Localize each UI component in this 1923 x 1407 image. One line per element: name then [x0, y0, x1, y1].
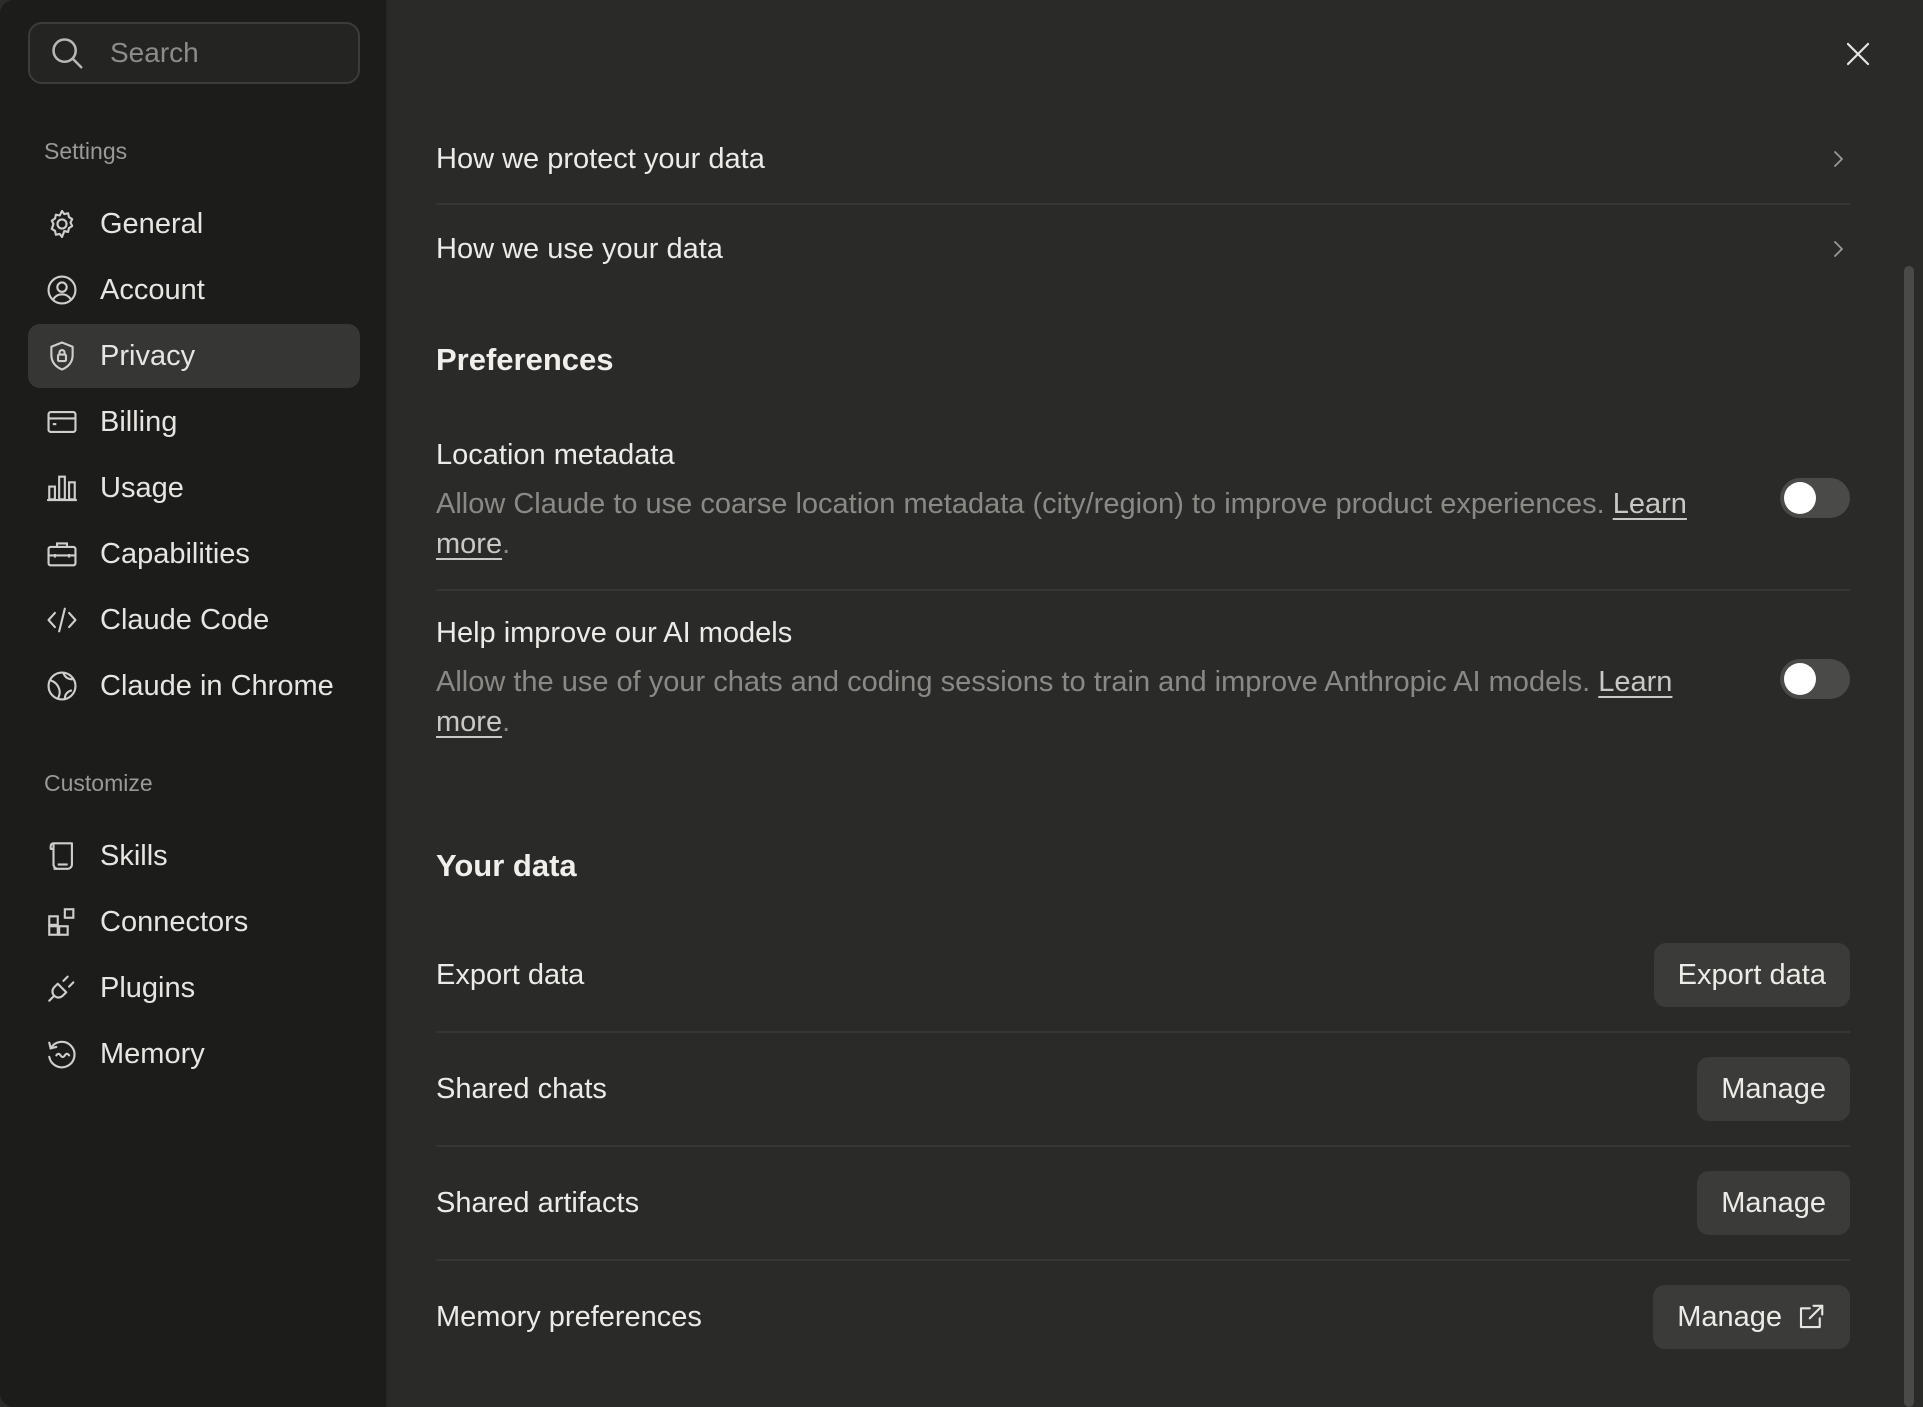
data-row-label: Memory preferences [436, 1300, 702, 1333]
memory-icon [44, 1036, 80, 1072]
sidebar-item-billing[interactable]: Billing [28, 390, 360, 454]
chevron-right-icon [1834, 241, 1843, 257]
data-row-export: Export data Export data [436, 918, 1850, 1032]
briefcase-icon [44, 536, 80, 572]
pref-desc-location-metadata: Allow Claude to use coarse location meta… [436, 488, 1687, 560]
sidebar-item-account[interactable]: Account [28, 258, 360, 322]
search-input[interactable] [108, 36, 352, 70]
globe-icon [44, 668, 80, 704]
pref-title-location-metadata: Location metadata [436, 439, 675, 471]
location-metadata-toggle[interactable] [1780, 478, 1850, 518]
button-label: Manage [1677, 1300, 1782, 1333]
help-improve-models-toggle[interactable] [1780, 659, 1850, 699]
external-link-icon [1799, 1304, 1824, 1329]
data-row-label: Shared chats [436, 1072, 607, 1105]
toggle-knob [1784, 482, 1816, 514]
sidebar-item-label: Memory [100, 1037, 205, 1070]
sidebar-item-label: Account [100, 273, 205, 306]
link-label: How we protect your data [436, 142, 765, 175]
sidebar-item-label: Plugins [100, 971, 196, 1004]
sidebar-item-label: Connectors [100, 905, 249, 938]
your-data-heading: Your data [436, 848, 577, 883]
user-circle-icon [44, 272, 80, 308]
sidebar-item-label: Billing [100, 405, 178, 438]
data-row-memory-preferences: Memory preferences Manage [436, 1260, 1850, 1374]
settings-section-title: Settings [44, 138, 128, 164]
chevron-right-icon [1834, 151, 1843, 167]
sidebar-item-claude-in-chrome[interactable]: Claude in Chrome [28, 654, 360, 718]
search-icon [52, 38, 83, 69]
data-row-shared-artifacts: Shared artifacts Manage [436, 1146, 1850, 1260]
sidebar-item-skills[interactable]: Skills [28, 824, 360, 888]
sidebar-item-general[interactable]: General [28, 192, 360, 256]
link-label: How we use your data [436, 232, 723, 265]
sidebar-item-label: Usage [100, 471, 184, 504]
manage-shared-artifacts-button[interactable]: Manage [1697, 1171, 1850, 1235]
sidebar-item-claude-code[interactable]: Claude Code [28, 588, 360, 652]
sidebar-item-privacy[interactable]: Privacy [28, 324, 360, 388]
button-label: Manage [1721, 1186, 1826, 1219]
close-icon [1846, 42, 1870, 66]
sidebar: Settings General Account Privacy Billing [0, 0, 388, 1407]
sidebar-item-usage[interactable]: Usage [28, 456, 360, 520]
button-label: Export data [1677, 958, 1826, 991]
sidebar-item-label: Privacy [100, 339, 196, 372]
scrollbar[interactable] [1904, 266, 1914, 1407]
export-data-button[interactable]: Export data [1653, 943, 1850, 1007]
toggle-knob [1784, 663, 1816, 695]
sidebar-item-label: Claude Code [100, 603, 270, 636]
manage-shared-chats-button[interactable]: Manage [1697, 1057, 1850, 1121]
code-icon [44, 602, 80, 638]
pref-desc-help-improve: Allow the use of your chats and coding s… [436, 666, 1673, 738]
scroll-icon [44, 838, 80, 874]
sidebar-item-memory[interactable]: Memory [28, 1022, 360, 1086]
sidebar-item-plugins[interactable]: Plugins [28, 956, 360, 1020]
shield-lock-icon [44, 338, 80, 374]
data-row-shared-chats: Shared chats Manage [436, 1032, 1850, 1146]
link-how-we-protect-your-data[interactable]: How we protect your data [436, 115, 1850, 203]
sidebar-item-label: General [100, 207, 204, 240]
credit-card-icon [44, 404, 80, 440]
button-label: Manage [1721, 1072, 1826, 1105]
sidebar-item-connectors[interactable]: Connectors [28, 890, 360, 954]
divider [436, 589, 1850, 591]
pref-title-help-improve: Help improve our AI models [436, 617, 793, 649]
blocks-icon [44, 904, 80, 940]
data-row-label: Export data [436, 958, 585, 991]
close-button[interactable] [1840, 36, 1876, 72]
data-row-label: Shared artifacts [436, 1186, 640, 1219]
pref-desc-text: Allow Claude to use coarse location meta… [436, 488, 1605, 520]
sidebar-item-capabilities[interactable]: Capabilities [28, 522, 360, 586]
settings-window: Settings General Account Privacy Billing [0, 0, 1923, 1407]
sidebar-item-label: Skills [100, 839, 168, 872]
sidebar-item-label: Claude in Chrome [100, 669, 334, 702]
pref-desc-text: Allow the use of your chats and coding s… [436, 666, 1591, 698]
link-how-we-use-your-data[interactable]: How we use your data [436, 205, 1850, 293]
sidebar-item-label: Capabilities [100, 537, 250, 570]
customize-section-title: Customize [44, 770, 153, 796]
preferences-heading: Preferences [436, 342, 614, 377]
bar-chart-icon [44, 470, 80, 506]
manage-memory-preferences-button[interactable]: Manage [1653, 1285, 1850, 1349]
search-box[interactable] [28, 22, 360, 84]
plug-icon [44, 970, 80, 1006]
gear-icon [44, 206, 80, 242]
